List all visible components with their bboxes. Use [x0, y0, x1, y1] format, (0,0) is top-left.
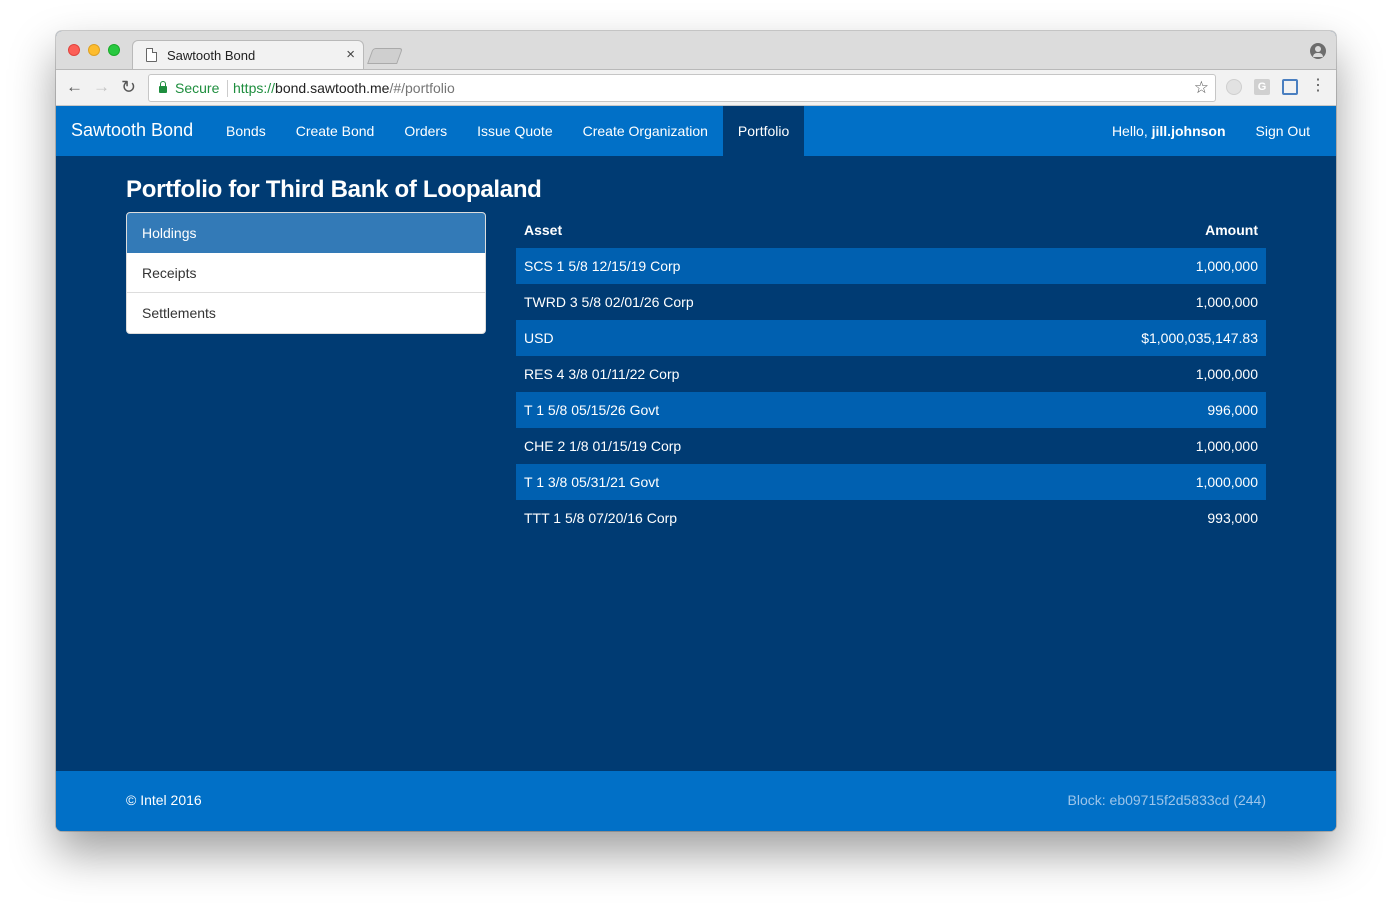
tab-close-icon[interactable]: ×: [346, 46, 355, 63]
sidebar-item-settlements[interactable]: Settlements: [127, 293, 485, 333]
forward-icon[interactable]: →: [93, 77, 110, 97]
block-info: Block: eb09715f2d5833cd (244): [1067, 792, 1266, 808]
reload-icon[interactable]: ↻: [121, 77, 136, 97]
table-row: TWRD 3 5/8 02/01/26 Corp 1,000,000: [516, 284, 1266, 320]
column-header-amount: Amount: [1205, 222, 1258, 238]
amount-cell: 1,000,000: [1195, 258, 1258, 274]
new-tab-button[interactable]: [367, 48, 403, 64]
amount-cell: 993,000: [1207, 510, 1258, 526]
table-row: CHE 2 1/8 01/15/19 Corp 1,000,000: [516, 428, 1266, 464]
sidebar-item-holdings[interactable]: Holdings: [127, 213, 485, 253]
asset-cell: SCS 1 5/8 12/15/19 Corp: [524, 258, 681, 274]
table-row: RES 4 3/8 01/11/22 Corp 1,000,000: [516, 356, 1266, 392]
address-separator: [227, 80, 228, 97]
table-row: SCS 1 5/8 12/15/19 Corp 1,000,000: [516, 248, 1266, 284]
close-window-button[interactable]: [68, 44, 80, 56]
user-greeting: Hello, jill.johnson: [1097, 106, 1241, 156]
nav-issue-quote[interactable]: Issue Quote: [462, 106, 568, 156]
nav-create-organization[interactable]: Create Organization: [568, 106, 723, 156]
browser-window: Sawtooth Bond × ← → ↻ Secure https://bon…: [56, 31, 1336, 831]
browser-toolbar: ← → ↻ Secure https://bond.sawtooth.me/#/…: [56, 69, 1336, 106]
nav-create-bond[interactable]: Create Bond: [281, 106, 390, 156]
portfolio-sidebar: Holdings Receipts Settlements: [126, 212, 486, 334]
secure-label: Secure: [175, 80, 220, 96]
sidebar-item-receipts[interactable]: Receipts: [127, 253, 485, 293]
lock-icon: [159, 81, 167, 93]
table-body: SCS 1 5/8 12/15/19 Corp 1,000,000 TWRD 3…: [516, 248, 1266, 536]
address-bar[interactable]: Secure https://bond.sawtooth.me/#/portfo…: [148, 74, 1216, 102]
page-title: Portfolio for Third Bank of Loopaland: [126, 176, 542, 203]
asset-cell: USD: [524, 330, 554, 346]
nav-user-area: Hello, jill.johnson Sign Out: [1097, 106, 1325, 156]
table-row: T 1 3/8 05/31/21 Govt 1,000,000: [516, 464, 1266, 500]
nav-orders[interactable]: Orders: [389, 106, 462, 156]
tab-title: Sawtooth Bond: [167, 48, 256, 63]
table-row: USD $1,000,035,147.83: [516, 320, 1266, 356]
amount-cell: $1,000,035,147.83: [1141, 330, 1258, 346]
url-path: /#/portfolio: [389, 80, 455, 96]
amount-cell: 996,000: [1207, 402, 1258, 418]
document-icon: [146, 48, 157, 62]
amount-cell: 1,000,000: [1195, 366, 1258, 382]
asset-cell: T 1 5/8 05/15/26 Govt: [524, 402, 660, 418]
g-extension-icon[interactable]: G: [1254, 79, 1270, 95]
browser-tab[interactable]: Sawtooth Bond ×: [132, 40, 364, 70]
screen-capture-icon[interactable]: [1282, 79, 1298, 95]
tab-strip: Sawtooth Bond ×: [56, 31, 1336, 70]
url-text[interactable]: https://bond.sawtooth.me/#/portfolio: [233, 80, 455, 96]
url-scheme: https://: [233, 80, 276, 96]
menu-icon[interactable]: ⋮: [1310, 78, 1326, 95]
bookmark-star-icon[interactable]: ☆: [1194, 78, 1209, 98]
extension-icon[interactable]: [1226, 79, 1242, 95]
nav-portfolio[interactable]: Portfolio: [722, 106, 805, 156]
amount-cell: 1,000,000: [1195, 474, 1258, 490]
username: jill.johnson: [1151, 123, 1226, 139]
copyright-text: © Intel 2016: [126, 792, 202, 808]
back-icon[interactable]: ←: [66, 77, 83, 97]
holdings-table: Asset Amount SCS 1 5/8 12/15/19 Corp 1,0…: [516, 212, 1266, 536]
minimize-window-button[interactable]: [88, 44, 100, 56]
column-header-asset: Asset: [524, 222, 563, 238]
amount-cell: 1,000,000: [1195, 438, 1258, 454]
asset-cell: RES 4 3/8 01/11/22 Corp: [524, 366, 680, 382]
table-row: T 1 5/8 05/15/26 Govt 996,000: [516, 392, 1266, 428]
brand-link[interactable]: Sawtooth Bond: [71, 120, 193, 141]
nav-links: Bonds Create Bond Orders Issue Quote Cre…: [211, 106, 805, 156]
nav-bonds[interactable]: Bonds: [211, 106, 281, 156]
asset-cell: TWRD 3 5/8 02/01/26 Corp: [524, 294, 694, 310]
app-navbar: Sawtooth Bond Bonds Create Bond Orders I…: [56, 106, 1336, 156]
asset-cell: T 1 3/8 05/31/21 Govt: [524, 474, 660, 490]
sign-out-link[interactable]: Sign Out: [1241, 106, 1325, 156]
table-header: Asset Amount: [516, 212, 1266, 248]
asset-cell: CHE 2 1/8 01/15/19 Corp: [524, 438, 682, 454]
zoom-window-button[interactable]: [108, 44, 120, 56]
app-footer: © Intel 2016 Block: eb09715f2d5833cd (24…: [56, 771, 1336, 831]
table-row: TTT 1 5/8 07/20/16 Corp 993,000: [516, 500, 1266, 536]
profile-icon[interactable]: [1310, 43, 1326, 59]
amount-cell: 1,000,000: [1195, 294, 1258, 310]
url-host: bond.sawtooth.me: [275, 80, 390, 96]
greeting-text: Hello,: [1111, 123, 1152, 139]
asset-cell: TTT 1 5/8 07/20/16 Corp: [524, 510, 678, 526]
